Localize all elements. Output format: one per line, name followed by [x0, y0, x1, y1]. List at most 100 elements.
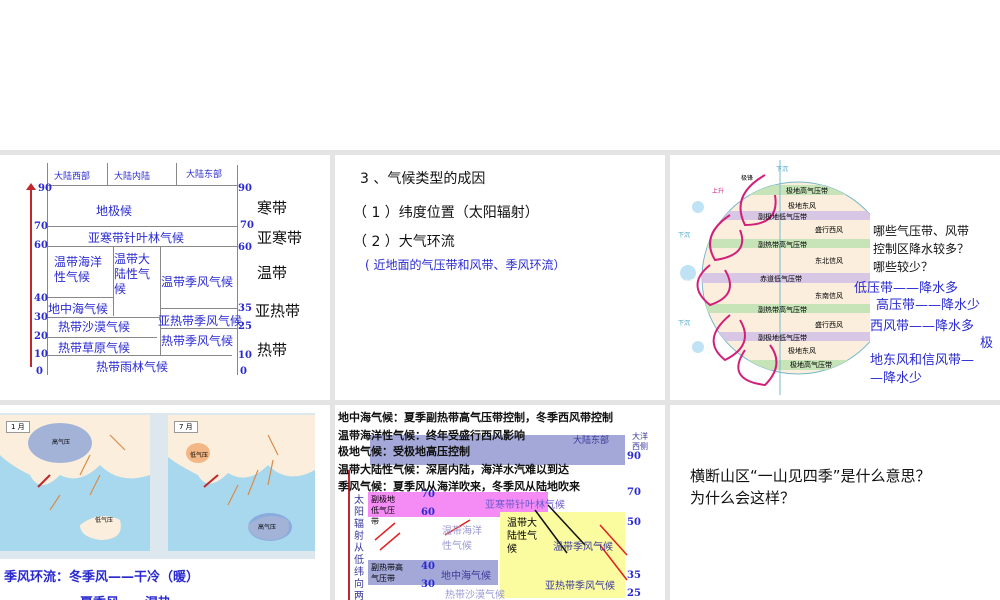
zone-label: 亚热带 [255, 302, 301, 320]
cell: 地中海气候 [48, 302, 109, 316]
slide-thumbnail-2[interactable]: 3 、气候类型的成因 （ 1 ）纬度位置（太阳辐射） （ 2 ）大气环流 ( 近… [335, 155, 665, 400]
cause-line: 极地气候：受极地高压控制 [338, 445, 470, 458]
cell: 温带大陆性气候 [114, 252, 151, 296]
monsoon-summer-text: 夏季风——湿热 [80, 592, 171, 600]
tick: 70 [34, 221, 48, 232]
side-label: 下沉 [776, 166, 789, 173]
zone-label: 寒带 [257, 199, 288, 217]
band-label: 赤道低气压带 [760, 275, 802, 283]
slide-title: 3 、气候类型的成因 [360, 171, 486, 187]
cell: 亚寒带针叶林气候 [88, 231, 185, 245]
cause-item-2: （ 2 ）大气环流 [353, 234, 455, 250]
answer-line: 地东风和信风带— [870, 353, 975, 368]
header-label: 大陆东部 [573, 436, 610, 446]
question-line: 控制区降水较多？ [873, 242, 970, 256]
top-blank-area [0, 0, 1000, 150]
cell: 热带沙漠气候 [58, 320, 131, 334]
band-label: 盛行西风 [815, 226, 843, 234]
question-line: 为什么会这样？ [690, 489, 796, 507]
slide-thumbnail-6[interactable]: 横断山区“一山见四季”是什么意思？ 为什么会这样？ [670, 405, 1000, 600]
tick: 90 [627, 451, 641, 462]
tick: 30 [34, 312, 48, 323]
tick: 70 [240, 220, 254, 231]
pressure-label: 高气压 [258, 524, 277, 531]
question-line: 横断山区“一山见四季”是什么意思？ [690, 467, 931, 485]
zone-label: 亚寒带 [257, 229, 303, 247]
band-label: 极地东风 [788, 347, 816, 355]
cell: 热带沙漠气候 [445, 590, 505, 600]
side-label: 下沉 [678, 320, 691, 327]
cell: 温带季风气候 [553, 542, 613, 553]
tick: 10 [34, 349, 48, 360]
band-label: 副极地低气压带 [758, 213, 807, 221]
cell: 温带海洋性气候 [54, 255, 103, 284]
cell: 地中海气候 [441, 571, 491, 582]
belt-label: 副热带高气压带 [371, 563, 403, 583]
tick: 20 [34, 331, 48, 342]
zone-label: 热带 [257, 341, 288, 359]
cell: 亚热带季风气候 [158, 314, 243, 328]
tick: 50 [627, 517, 641, 528]
band-label: 极地高气压带 [786, 187, 828, 195]
tick: 25 [627, 588, 641, 599]
cell: 热带雨林气候 [96, 360, 169, 374]
answer-line: 西风带——降水多 [870, 319, 975, 334]
side-label: 下沉 [678, 232, 691, 239]
band-label: 东北信风 [815, 257, 843, 265]
answer-line: —降水少 [870, 371, 923, 386]
slide-thumbnail-1[interactable]: 大陆西部 大陆内陆 大陆东部 90 70 60 40 30 20 10 0 90… [0, 155, 330, 400]
pressure-label: 高气压 [52, 439, 71, 446]
january-map [0, 415, 150, 551]
side-label: 上升 [712, 188, 725, 195]
band-label: 副热带高气压带 [758, 306, 807, 314]
cause-note: ( 近地面的气压带和风带、季风环流） [365, 258, 566, 272]
tick: 60 [34, 240, 48, 251]
band-label: 副热带高气压带 [758, 241, 807, 249]
header-label: 大洋西侧 [632, 432, 648, 451]
cause-item-1: （ 1 ）纬度位置（太阳辐射） [353, 205, 539, 221]
cause-line: 温带大陆性气候：深居内陆，海洋水汽难以到达 [338, 463, 569, 476]
band-label: 副极地低气压带 [758, 334, 807, 342]
tick: 90 [38, 183, 52, 194]
cell: 亚热带季风气候 [545, 581, 615, 592]
band-label: 极地东风 [788, 202, 816, 210]
answer-line: 高压带——降水少 [876, 298, 981, 313]
zone-label: 温带 [257, 264, 288, 282]
side-label: 上升 [684, 279, 697, 286]
cell: 热带草原气候 [58, 341, 131, 355]
band-label: 极地高气压带 [790, 361, 832, 369]
cause-line: 季风气候：夏季风从海洋吹来，冬季风从陆地吹来 [338, 480, 580, 493]
tick: 10 [238, 350, 252, 361]
arrow-head-icon [26, 183, 36, 190]
tick: 40 [421, 561, 435, 572]
map-month-label: 1 月 [6, 421, 30, 433]
side-label: 极锋 [741, 175, 754, 182]
cell: 地极候 [96, 204, 133, 218]
monsoon-winter-text: 季风环流：冬季风——干冷（暖） [4, 570, 200, 585]
band-label: 东南信风 [815, 292, 843, 300]
cell: 温带海洋性气候 [442, 526, 482, 552]
header-east: 大陆东部 [186, 170, 223, 180]
vertical-label: 太阳辐射从低纬向两极 [354, 495, 364, 600]
slide-thumbnail-4[interactable]: 1 月 7 月 高气压 低气压 低气压 高气压 季风环流：冬季风——干冷（暖） … [0, 405, 330, 600]
tick: 0 [36, 366, 43, 377]
tick: 90 [238, 183, 252, 194]
tick: 0 [240, 366, 247, 377]
cell: 亚寒带针叶林气候 [485, 500, 565, 511]
tick: 60 [421, 507, 435, 518]
slide-thumbnail-3[interactable]: 极地高气压带 极地东风 副极地低气压带 盛行西风 副热带高气压带 东北信风 赤道… [670, 155, 1000, 400]
answer-line: 极 [980, 336, 994, 351]
pressure-label: 低气压 [190, 452, 209, 459]
question-line: 哪些较少？ [873, 260, 934, 274]
tick: 60 [238, 242, 252, 253]
belt-label: 副极地低气压带 [371, 495, 395, 526]
latitude-arrow [30, 187, 32, 367]
cause-line: 地中海气候：夏季副热带高气压带控制，冬季西风带控制 [338, 411, 613, 424]
cell: 温带大陆性气候 [507, 518, 537, 555]
map-month-label: 7 月 [174, 421, 198, 433]
tick: 35 [627, 570, 641, 581]
cause-line: 温带海洋性气候：终年受盛行西风影响 [338, 429, 525, 442]
header-inland: 大陆内陆 [114, 172, 151, 182]
question-line: 哪些气压带、风带 [873, 224, 970, 238]
slide-thumbnail-5[interactable]: 大陆东部 大洋西侧 亚寒带针叶林气候 温带海洋性气候 温带大陆性气候 温带季风气… [335, 405, 665, 600]
